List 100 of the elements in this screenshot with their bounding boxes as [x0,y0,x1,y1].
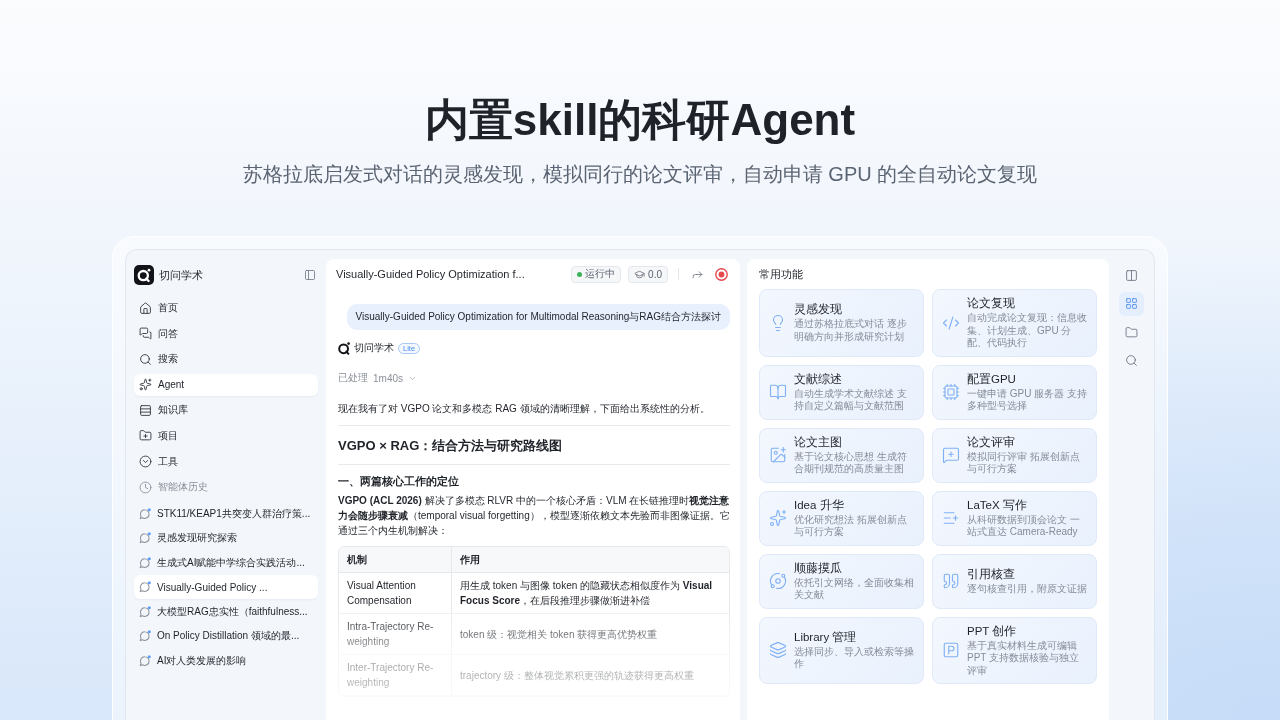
search-icon [1125,354,1138,367]
layers-icon [769,641,787,660]
nav-item[interactable]: 项目 [134,424,318,447]
feature-description: 逐句核查引用，附原文证据 [967,582,1087,596]
hero-subtitle: 苏格拉底启发式对话的灵感发现，模拟同行的论文评审，自动申请 GPU 的全自动论文复现 [242,162,1038,187]
list-plus-icon [942,509,960,527]
table-cell: Inter-Trajectory Re-weighting [339,655,452,696]
feature-description: 通过苏格拉底式对话 逐步明确方向并形成研究计划 [794,318,908,344]
folder-plus-icon [139,429,152,443]
nav-item[interactable]: 工具 [134,450,318,473]
feature-description: 基于真实材料生成可编辑 PPT 支持数据核验与独立评审 [967,639,1081,677]
history-item[interactable]: Visually-Guided Policy ... [134,575,318,600]
feature-card[interactable]: 引用核查 逐句核查引用，附原文证据 [932,553,1097,609]
feature-description: 模拟同行评审 拓展创新点与可行方案 [967,450,1081,476]
sparkles-icon [139,378,152,392]
feature-title: 文献综述 [794,371,843,386]
nav-item[interactable]: 搜索 [134,348,318,371]
feature-card[interactable]: 论文评审 模拟同行评审 拓展创新点与可行方案 [932,427,1097,483]
feature-title: 配置GPU [967,371,1017,386]
sparkles-icon [769,509,787,527]
feature-title: 论文评审 [967,434,1016,449]
home-icon [139,301,152,315]
chat-bubble-icon [139,507,151,520]
feature-description: 优化研究想法 拓展创新点与可行方案 [794,513,908,539]
feature-description: 选择同步、导入或检索等操作 [794,645,915,671]
feature-title: PPT 创作 [967,623,1018,638]
chat-bubble-icon [139,654,151,667]
clock-icon [139,480,152,494]
feature-title: 引用核查 [967,566,1016,581]
image-plus-icon [769,446,787,464]
table-header-cell: 机制 [339,547,452,573]
feature-title: 顺藤摸瓜 [794,560,843,575]
processed-toggle[interactable]: 已处理 1m40s [338,371,417,385]
feature-description: 自动完成论文复现：信息收集、计划生成、GPU 分配、代码执行 [967,312,1088,350]
score-chip: 0.0 [628,265,668,283]
answer-heading: VGPO × RAG：结合方法与研究路线图 [338,437,564,455]
feature-card[interactable]: 论文复现 自动完成论文复现：信息收集、计划生成、GPU 分配、代码执行 [932,289,1097,357]
feature-card[interactable]: 配置GPU 一键申请 GPU 服务器 支持多种型号选择 [932,364,1097,420]
stop-icon [715,267,728,281]
feature-description: 依托引文网络，全面收集相关文献 [794,576,915,602]
intro-text: 现在我有了对 VGPO 论文和多模态 RAG 领域的清晰理解，下面给出系统性的分析。 [338,402,711,416]
table-cell: 用生成 token 与图像 token 的隐藏状态相似度作为 Visual Focus Score，在后段推理步骤做渐进补偿 [452,573,729,614]
history-item[interactable]: 大模型RAG忠实性（faithfulness... [134,599,318,624]
table-cell: Intra-Trajectory Re-weighting [339,614,452,655]
grid-icon [1125,297,1138,310]
nav-item[interactable]: Agent [134,373,318,396]
features-title: 常用功能 [759,266,804,282]
status-chip: 运行中 [571,265,622,283]
chat-title: Visually-Guided Policy Optimization f... [336,268,526,280]
history-heading: 智能体历史 [134,476,318,499]
chip-icon [942,383,960,401]
feature-card[interactable]: 文献综述 自动生成学术文献综述 支持自定义篇幅与文献范围 [759,364,924,420]
feature-card[interactable]: PPT 创作 基于真实材料生成可编辑 PPT 支持数据核验与独立评审 [932,616,1097,684]
message-plus-icon [942,446,960,464]
user-message: Visually-Guided Policy Optimization for Multimodal Reasoning与RAG结合方法探讨 [346,304,730,330]
feature-title: 论文主图 [794,434,843,449]
feature-title: Idea 升华 [794,497,845,512]
status-dot-icon [577,271,583,277]
feature-card[interactable]: 顺藤摸瓜 依托引文网络，全面收集相关文献 [759,553,924,609]
chat-bubbles-icon [139,327,152,341]
rail-button[interactable] [1119,291,1144,316]
section-heading: 一、两篇核心工作的定位 [338,474,460,489]
feature-title: 论文复现 [967,296,1016,310]
rows-icon [139,403,152,417]
chat-bubble-icon [139,556,151,569]
search-icon [139,352,152,366]
chat-bubble-icon [139,630,151,643]
nav-item[interactable]: 首页 [134,297,318,319]
history-item[interactable]: STK11/KEAP1共突变人群治疗策... [134,501,318,526]
code-icon [942,313,960,332]
p-square-icon [942,641,960,660]
table-header-cell: 作用 [452,547,729,573]
folder-icon [1125,325,1138,339]
feature-description: 基于论文核心思想 生成符合期刊规范的高质量主图 [794,450,908,476]
feature-card[interactable]: Idea 升华 优化研究想法 拓展创新点与可行方案 [759,490,924,546]
orbit-icon [769,572,787,590]
feature-description: 自动生成学术文献综述 支持自定义篇幅与文献范围 [794,387,908,413]
feature-description: 一键申请 GPU 服务器 支持多种型号选择 [967,387,1088,413]
brand-name: 切问学术 [159,267,204,283]
chat-bubble-icon [139,605,151,618]
stop-button[interactable] [713,265,730,283]
panel-icon [304,269,316,281]
history-item[interactable]: AI对人类发展的影响 [134,648,318,673]
assistant-name: 切问学术 [354,341,394,355]
feature-card[interactable]: Library 管理 选择同步、导入或检索等操作 [759,616,924,684]
feature-card[interactable]: 灵感发现 通过苏格拉底式对话 逐步明确方向并形成研究计划 [759,289,924,357]
feature-card[interactable]: 论文主图 基于论文核心思想 生成符合期刊规范的高质量主图 [759,427,924,483]
history-item[interactable]: 生成式AI赋能中学综合实践活动... [134,550,318,575]
history-item[interactable]: On Policy Distillation 领域的最... [134,624,318,649]
nav-item[interactable]: 知识库 [134,399,318,422]
table-cell: Visual Attention Compensation [339,573,452,614]
panel-icon [1125,268,1138,282]
logo-icon [338,341,350,355]
chat-bubble-icon [139,532,151,545]
history-item[interactable]: 灵感发现研究探索 [134,526,318,551]
nav-item[interactable]: 问答 [134,322,318,345]
quote-icon [942,572,960,590]
logo-icon [134,265,154,285]
collapse-sidebar-button[interactable] [302,267,318,283]
feature-title: LaTeX 写作 [967,497,1028,512]
